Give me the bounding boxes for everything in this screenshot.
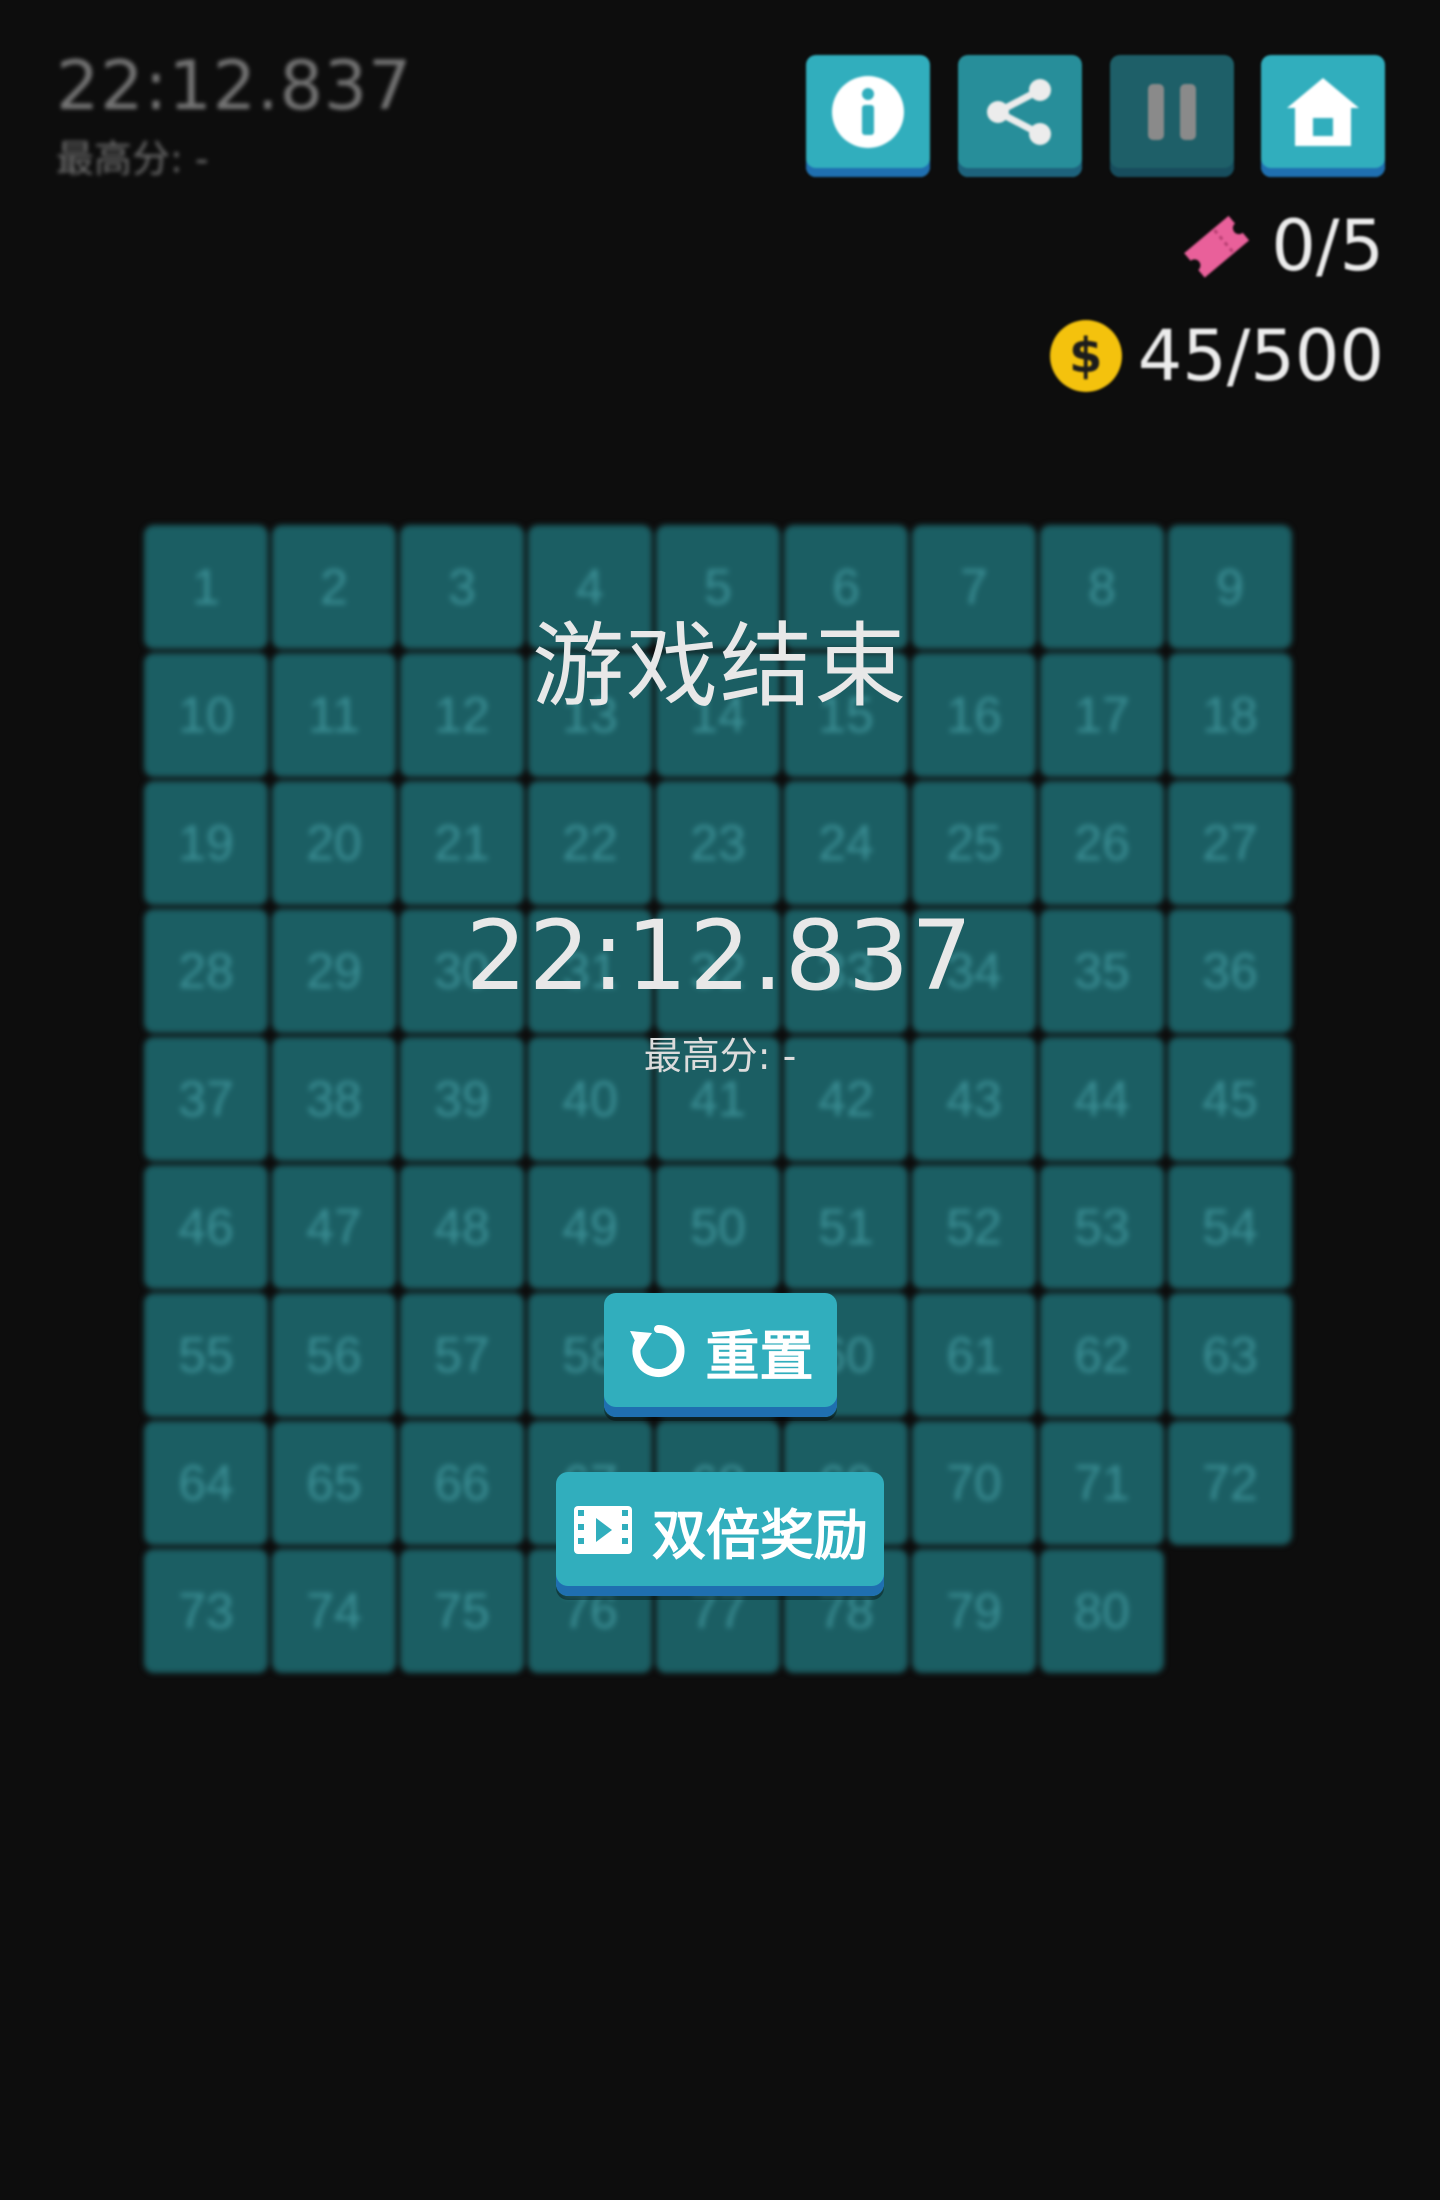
pause-button[interactable] [1110,55,1234,177]
board-tile: 71 [1040,1421,1164,1545]
board-tile: 54 [1168,1165,1292,1289]
board-tile: 80 [1040,1549,1164,1673]
board-tile: 23 [656,781,780,905]
board-tile: 55 [144,1293,268,1417]
board-tile: 48 [400,1165,524,1289]
share-button[interactable] [958,55,1082,177]
board-tile: 64 [144,1421,268,1545]
header-best-score: 最高分: - [56,137,209,181]
board-tile: 65 [272,1421,396,1545]
board-tile: 19 [144,781,268,905]
board-tile: 26 [1040,781,1164,905]
ticket-counter: 0/5 [1177,205,1384,287]
board-tile: 74 [272,1549,396,1673]
home-icon [1287,78,1359,146]
info-icon [832,76,904,148]
reset-label: 重置 [705,1324,814,1388]
board-tile: 56 [272,1293,396,1417]
coin-icon: $ [1049,320,1122,392]
video-icon [572,1504,634,1556]
board-tile: 46 [144,1165,268,1289]
coin-counter: $ 45/500 [1049,315,1384,397]
board-tile: 25 [912,781,1036,905]
board-tile: 51 [784,1165,908,1289]
board-tile: 73 [144,1549,268,1673]
final-time: 22:12.837 [465,900,975,1012]
game-over-title: 游戏结束 [531,613,908,720]
double-reward-label: 双倍奖励 [652,1503,868,1567]
restart-icon [628,1321,688,1381]
board-tile: 53 [1040,1165,1164,1289]
reset-button[interactable]: 重置 [604,1293,837,1417]
info-button[interactable] [806,55,930,177]
double-reward-button[interactable]: 双倍奖励 [556,1472,884,1596]
board-tile: 62 [1040,1293,1164,1417]
board-tile: 57 [400,1293,524,1417]
board-tile: 61 [912,1293,1036,1417]
ticket-count: 0/5 [1271,205,1384,287]
board-tile: 49 [528,1165,652,1289]
board-tile: 24 [784,781,908,905]
board-tile: 66 [400,1421,524,1545]
header-time: 22:12.837 [56,47,413,126]
board-tile: 70 [912,1421,1036,1545]
pause-icon [1148,84,1196,140]
board-tile: 22 [528,781,652,905]
board-tile: 47 [272,1165,396,1289]
board-tile: 20 [272,781,396,905]
board-tile: 21 [400,781,524,905]
share-icon [987,79,1051,145]
coin-count: 45/500 [1137,315,1384,397]
ticket-icon [1177,207,1255,285]
board-tile: 63 [1168,1293,1292,1417]
board-tile: 72 [1168,1421,1292,1545]
board-tile: 75 [400,1549,524,1673]
home-button[interactable] [1261,55,1385,177]
best-score: 最高分: - [643,1034,797,1078]
board-tile: 52 [912,1165,1036,1289]
header-timer: 22:12.837 最高分: - [56,42,412,183]
board-tile: 27 [1168,781,1292,905]
board-tile: 79 [912,1549,1036,1673]
board-tile: 50 [656,1165,780,1289]
